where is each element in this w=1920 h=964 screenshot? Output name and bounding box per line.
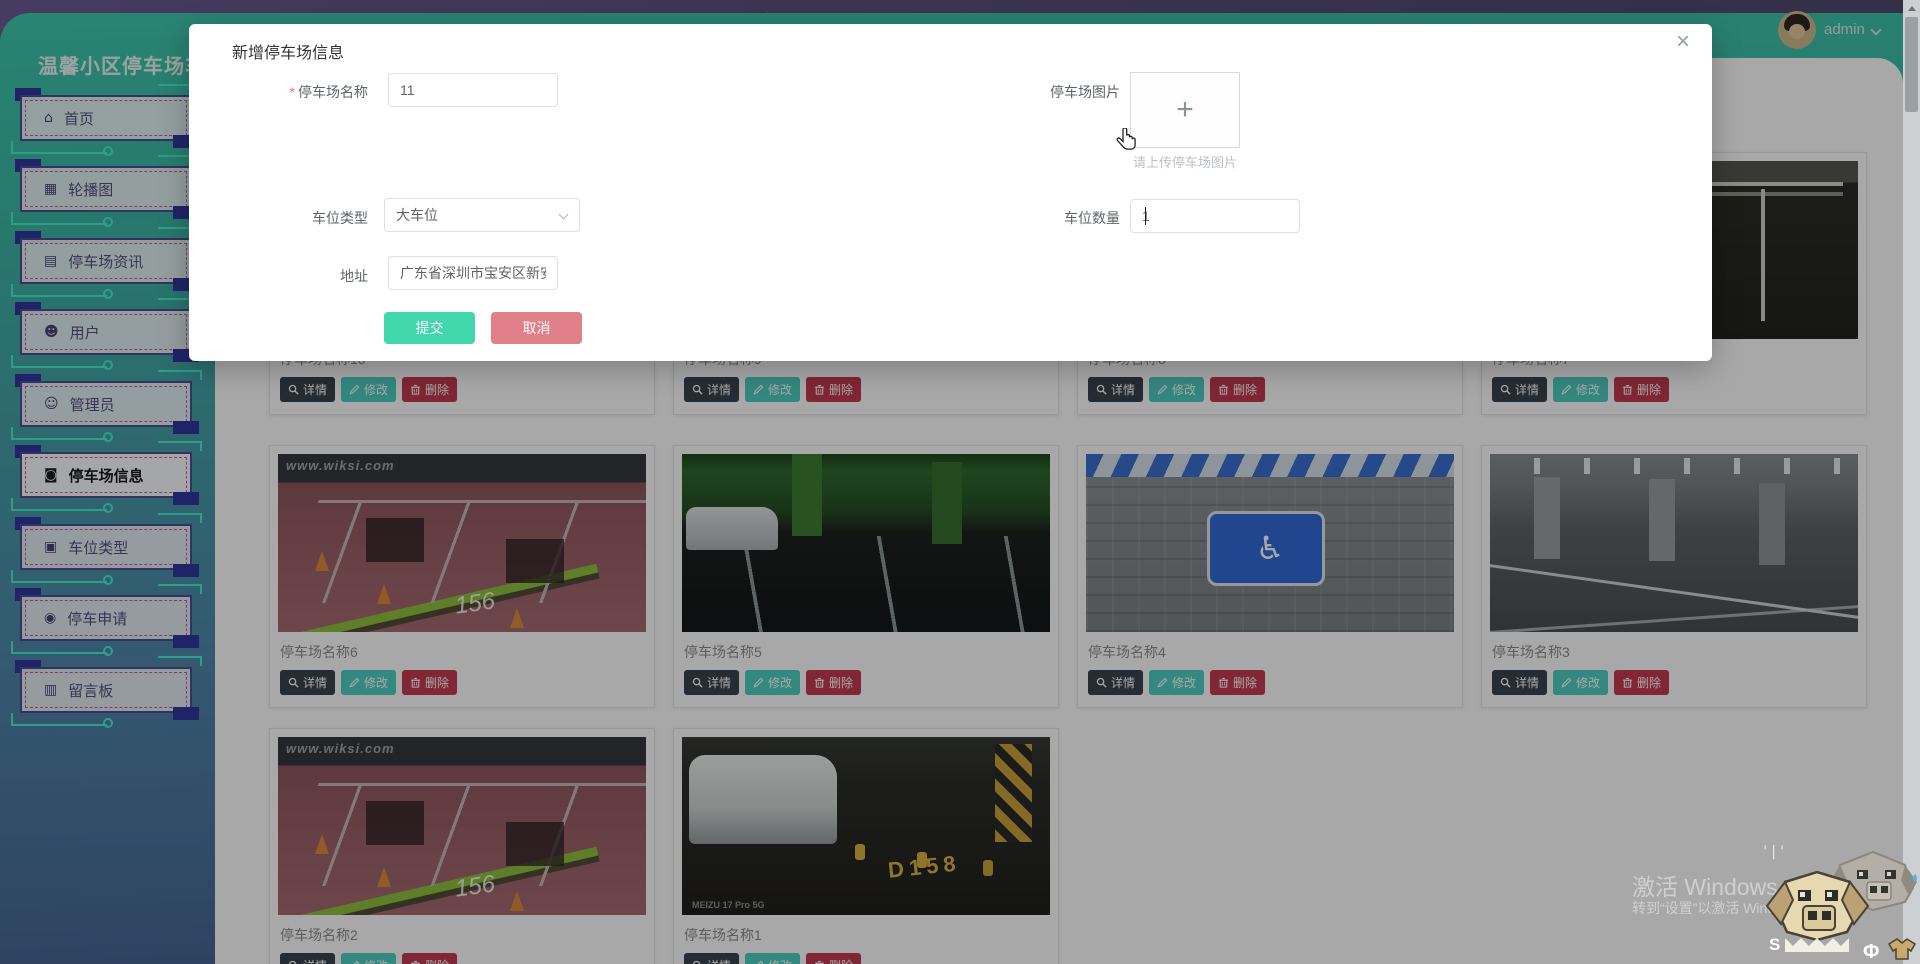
scrollbar[interactable] xyxy=(1903,0,1920,964)
required-mark: * xyxy=(289,84,295,100)
scrollbar-thumb[interactable] xyxy=(1905,17,1918,112)
pet-shirt-icon xyxy=(1887,938,1917,960)
desktop-pet-dogs[interactable]: '|' S Φ xyxy=(1755,840,1920,964)
plus-icon: + xyxy=(1176,93,1194,126)
chevron-down-icon xyxy=(558,209,569,220)
scrollbar-up-arrow[interactable] xyxy=(1903,0,1920,16)
parking-name-input[interactable] xyxy=(388,73,558,107)
image-upload-box[interactable]: + xyxy=(1130,72,1240,148)
add-parking-modal: 新增停车场信息 × *停车场名称 停车场图片 + 请上传停车场图片 车位类型 大… xyxy=(189,24,1712,361)
field-label-image: 停车场图片 xyxy=(1050,84,1120,100)
field-label-count: 车位数量 xyxy=(1064,210,1120,226)
text-caret xyxy=(1145,207,1146,225)
space-type-select[interactable]: 大车位 xyxy=(384,198,580,232)
modal-title: 新增停车场信息 xyxy=(232,45,345,62)
pet-exclaim: '|' xyxy=(1761,844,1786,860)
field-label-address: 地址 xyxy=(340,268,368,284)
pet-s: S xyxy=(1769,935,1780,954)
select-value: 大车位 xyxy=(396,207,438,223)
submit-button[interactable]: 提交 xyxy=(384,312,475,344)
field-label-name: * 停车场名称 xyxy=(289,84,368,100)
address-input[interactable] xyxy=(388,256,558,290)
mouse-cursor xyxy=(1115,127,1137,159)
field-label-type: 车位类型 xyxy=(312,210,368,226)
close-icon[interactable]: × xyxy=(1676,30,1690,54)
pet-phi: Φ xyxy=(1863,941,1879,963)
app-window: 温馨小区停车场车辆管理系统 admin ⌂ 首页 ▦ 轮播图 ▤ 停车场资讯 ☻ 用户 … xyxy=(0,0,1920,964)
space-count-input[interactable] xyxy=(1130,199,1300,233)
cancel-button[interactable]: 取消 xyxy=(491,312,582,344)
